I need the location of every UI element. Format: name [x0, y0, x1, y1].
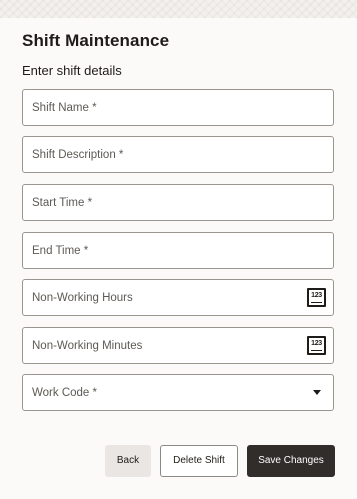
number-input-icon: 123 — [307, 336, 326, 355]
shift-description-field[interactable]: Shift Description * — [22, 136, 334, 173]
form-subtitle: Enter shift details — [22, 63, 122, 78]
delete-shift-button[interactable]: Delete Shift — [160, 445, 238, 477]
header-texture-band — [0, 0, 357, 18]
save-changes-button[interactable]: Save Changes — [247, 445, 335, 477]
start-time-label: Start Time * — [32, 197, 93, 209]
number-input-icon: 123 — [307, 288, 326, 307]
non-working-minutes-label: Non-Working Minutes — [32, 340, 143, 352]
shift-description-label: Shift Description * — [32, 149, 124, 161]
work-code-label: Work Code * — [32, 387, 97, 399]
non-working-hours-label: Non-Working Hours — [32, 292, 133, 304]
page-title: Shift Maintenance — [22, 31, 170, 50]
non-working-hours-field[interactable]: Non-Working Hours 123 — [22, 279, 334, 316]
shift-name-field[interactable]: Shift Name * — [22, 89, 334, 126]
start-time-field[interactable]: Start Time * — [22, 184, 334, 221]
end-time-label: End Time * — [32, 245, 89, 257]
work-code-select[interactable]: Work Code * — [22, 374, 334, 411]
non-working-minutes-field[interactable]: Non-Working Minutes 123 — [22, 327, 334, 364]
shift-name-label: Shift Name * — [32, 102, 97, 114]
chevron-down-icon[interactable] — [313, 390, 321, 395]
end-time-field[interactable]: End Time * — [22, 232, 334, 269]
back-button[interactable]: Back — [105, 445, 151, 477]
